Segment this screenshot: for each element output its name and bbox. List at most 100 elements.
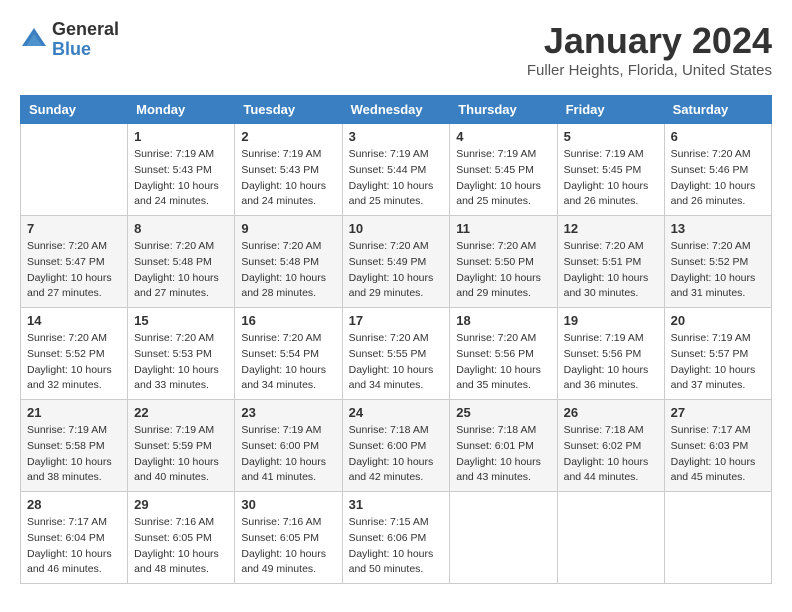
day-info: Sunrise: 7:19 AMSunset: 5:59 PMDaylight:… <box>134 423 228 486</box>
day-number: 23 <box>241 405 335 420</box>
day-number: 29 <box>134 497 228 512</box>
calendar-cell: 10 Sunrise: 7:20 AMSunset: 5:49 PMDayligh… <box>342 216 450 308</box>
day-number: 1 <box>134 129 228 144</box>
day-info: Sunrise: 7:20 AMSunset: 5:49 PMDaylight:… <box>349 239 444 302</box>
day-info: Sunrise: 7:20 AMSunset: 5:46 PMDaylight:… <box>671 147 765 210</box>
day-info: Sunrise: 7:20 AMSunset: 5:55 PMDaylight:… <box>349 331 444 394</box>
logo-general-text: General <box>52 20 119 40</box>
day-number: 31 <box>349 497 444 512</box>
day-info: Sunrise: 7:19 AMSunset: 5:58 PMDaylight:… <box>27 423 121 486</box>
day-info: Sunrise: 7:20 AMSunset: 5:48 PMDaylight:… <box>241 239 335 302</box>
day-info: Sunrise: 7:19 AMSunset: 5:45 PMDaylight:… <box>456 147 550 210</box>
calendar-cell <box>664 492 771 584</box>
day-info: Sunrise: 7:17 AMSunset: 6:04 PMDaylight:… <box>27 515 121 578</box>
day-number: 3 <box>349 129 444 144</box>
day-info: Sunrise: 7:15 AMSunset: 6:06 PMDaylight:… <box>349 515 444 578</box>
day-number: 22 <box>134 405 228 420</box>
logo-icon <box>20 26 48 54</box>
calendar-week-row: 28 Sunrise: 7:17 AMSunset: 6:04 PMDayligh… <box>21 492 772 584</box>
day-number: 20 <box>671 313 765 328</box>
calendar-cell <box>21 124 128 216</box>
calendar-cell: 6 Sunrise: 7:20 AMSunset: 5:46 PMDaylight… <box>664 124 771 216</box>
day-info: Sunrise: 7:19 AMSunset: 5:45 PMDaylight:… <box>564 147 658 210</box>
month-title: January 2024 <box>527 20 772 62</box>
day-number: 7 <box>27 221 121 236</box>
calendar-cell: 31 Sunrise: 7:15 AMSunset: 6:06 PMDayligh… <box>342 492 450 584</box>
calendar-cell: 11Sunrise: 7:20 AMSunset: 5:50 PMDayligh… <box>450 216 557 308</box>
day-info: Sunrise: 7:19 AMSunset: 5:56 PMDaylight:… <box>564 331 658 394</box>
calendar-cell: 8 Sunrise: 7:20 AMSunset: 5:48 PMDaylight… <box>128 216 235 308</box>
day-number: 16 <box>241 313 335 328</box>
day-info: Sunrise: 7:20 AMSunset: 5:48 PMDaylight:… <box>134 239 228 302</box>
weekday-header-thursday: Thursday <box>450 96 557 124</box>
day-info: Sunrise: 7:19 AMSunset: 5:57 PMDaylight:… <box>671 331 765 394</box>
day-info: Sunrise: 7:16 AMSunset: 6:05 PMDaylight:… <box>134 515 228 578</box>
calendar-cell: 29 Sunrise: 7:16 AMSunset: 6:05 PMDayligh… <box>128 492 235 584</box>
day-info: Sunrise: 7:18 AMSunset: 6:02 PMDaylight:… <box>564 423 658 486</box>
calendar-cell <box>450 492 557 584</box>
day-number: 10 <box>349 221 444 236</box>
day-info: Sunrise: 7:19 AMSunset: 5:43 PMDaylight:… <box>134 147 228 210</box>
weekday-header-wednesday: Wednesday <box>342 96 450 124</box>
location-title: Fuller Heights, Florida, United States <box>527 62 772 79</box>
calendar-cell: 25Sunrise: 7:18 AMSunset: 6:01 PMDayligh… <box>450 400 557 492</box>
day-info: Sunrise: 7:18 AMSunset: 6:00 PMDaylight:… <box>349 423 444 486</box>
calendar-cell: 7 Sunrise: 7:20 AMSunset: 5:47 PMDaylight… <box>21 216 128 308</box>
day-number: 9 <box>241 221 335 236</box>
day-number: 13 <box>671 221 765 236</box>
calendar-week-row: 14Sunrise: 7:20 AMSunset: 5:52 PMDayligh… <box>21 308 772 400</box>
calendar-cell: 12 Sunrise: 7:20 AMSunset: 5:51 PMDayligh… <box>557 216 664 308</box>
day-info: Sunrise: 7:20 AMSunset: 5:53 PMDaylight:… <box>134 331 228 394</box>
day-number: 4 <box>456 129 550 144</box>
logo-blue-text: Blue <box>52 40 119 60</box>
calendar-cell: 4 Sunrise: 7:19 AMSunset: 5:45 PMDaylight… <box>450 124 557 216</box>
calendar-cell: 18 Sunrise: 7:20 AMSunset: 5:56 PMDayligh… <box>450 308 557 400</box>
calendar-cell: 26 Sunrise: 7:18 AMSunset: 6:02 PMDayligh… <box>557 400 664 492</box>
day-info: Sunrise: 7:20 AMSunset: 5:52 PMDaylight:… <box>671 239 765 302</box>
calendar-cell: 13 Sunrise: 7:20 AMSunset: 5:52 PMDayligh… <box>664 216 771 308</box>
day-number: 15 <box>134 313 228 328</box>
header: General Blue January 2024 Fuller Heights… <box>20 20 772 79</box>
day-info: Sunrise: 7:19 AMSunset: 5:44 PMDaylight:… <box>349 147 444 210</box>
day-info: Sunrise: 7:20 AMSunset: 5:52 PMDaylight:… <box>27 331 121 394</box>
day-number: 18 <box>456 313 550 328</box>
calendar-cell: 20 Sunrise: 7:19 AMSunset: 5:57 PMDayligh… <box>664 308 771 400</box>
calendar-week-row: 1 Sunrise: 7:19 AMSunset: 5:43 PMDaylight… <box>21 124 772 216</box>
day-info: Sunrise: 7:17 AMSunset: 6:03 PMDaylight:… <box>671 423 765 486</box>
day-number: 25 <box>456 405 550 420</box>
day-info: Sunrise: 7:20 AMSunset: 5:51 PMDaylight:… <box>564 239 658 302</box>
calendar-cell: 3 Sunrise: 7:19 AMSunset: 5:44 PMDaylight… <box>342 124 450 216</box>
logo: General Blue <box>20 20 119 60</box>
calendar-cell: 9 Sunrise: 7:20 AMSunset: 5:48 PMDaylight… <box>235 216 342 308</box>
day-number: 28 <box>27 497 121 512</box>
day-number: 24 <box>349 405 444 420</box>
calendar-cell: 30Sunrise: 7:16 AMSunset: 6:05 PMDayligh… <box>235 492 342 584</box>
day-number: 5 <box>564 129 658 144</box>
day-number: 21 <box>27 405 121 420</box>
calendar-table: SundayMondayTuesdayWednesdayThursdayFrid… <box>20 95 772 584</box>
calendar-cell: 15 Sunrise: 7:20 AMSunset: 5:53 PMDayligh… <box>128 308 235 400</box>
day-info: Sunrise: 7:20 AMSunset: 5:56 PMDaylight:… <box>456 331 550 394</box>
day-info: Sunrise: 7:20 AMSunset: 5:50 PMDaylight:… <box>456 239 550 302</box>
calendar-cell: 2Sunrise: 7:19 AMSunset: 5:43 PMDaylight… <box>235 124 342 216</box>
calendar-cell: 5 Sunrise: 7:19 AMSunset: 5:45 PMDaylight… <box>557 124 664 216</box>
day-number: 30 <box>241 497 335 512</box>
weekday-header-monday: Monday <box>128 96 235 124</box>
weekday-header-tuesday: Tuesday <box>235 96 342 124</box>
day-number: 12 <box>564 221 658 236</box>
day-number: 26 <box>564 405 658 420</box>
weekday-header-saturday: Saturday <box>664 96 771 124</box>
weekday-header-sunday: Sunday <box>21 96 128 124</box>
day-number: 19 <box>564 313 658 328</box>
day-number: 6 <box>671 129 765 144</box>
day-number: 8 <box>134 221 228 236</box>
calendar-cell: 28 Sunrise: 7:17 AMSunset: 6:04 PMDayligh… <box>21 492 128 584</box>
day-info: Sunrise: 7:20 AMSunset: 5:54 PMDaylight:… <box>241 331 335 394</box>
day-info: Sunrise: 7:20 AMSunset: 5:47 PMDaylight:… <box>27 239 121 302</box>
calendar-week-row: 21 Sunrise: 7:19 AMSunset: 5:58 PMDayligh… <box>21 400 772 492</box>
day-number: 17 <box>349 313 444 328</box>
calendar-cell: 27Sunrise: 7:17 AMSunset: 6:03 PMDayligh… <box>664 400 771 492</box>
day-info: Sunrise: 7:19 AMSunset: 5:43 PMDaylight:… <box>241 147 335 210</box>
calendar-cell: 16 Sunrise: 7:20 AMSunset: 5:54 PMDayligh… <box>235 308 342 400</box>
calendar-cell: 1 Sunrise: 7:19 AMSunset: 5:43 PMDaylight… <box>128 124 235 216</box>
